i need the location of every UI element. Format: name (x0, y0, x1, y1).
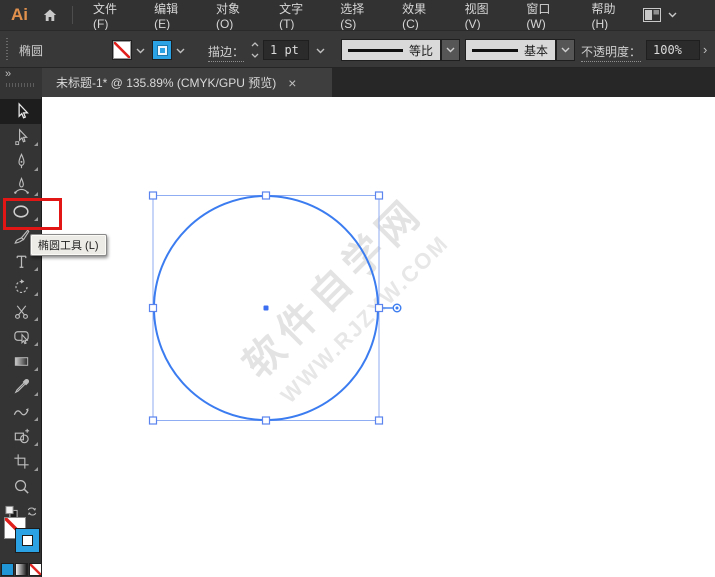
handle-mid-left[interactable] (148, 303, 158, 313)
shaper-tool[interactable] (0, 324, 42, 349)
control-bar: 椭圆 描边： 1 pt 等比 基本 不透明度： 100% › (0, 30, 715, 68)
opacity-label[interactable]: 不透明度： (581, 43, 642, 62)
shaper-icon (13, 331, 29, 345)
gradient-icon (14, 357, 28, 366)
stroke-color-swatch[interactable] (152, 40, 172, 60)
brush-preview (472, 48, 518, 52)
fill-color-swatch[interactable] (112, 40, 132, 60)
ellipse-tool-tooltip: 椭圆工具 (L) (30, 234, 107, 256)
width-squiggle-icon (13, 408, 29, 416)
gradient-tool[interactable] (0, 349, 42, 374)
stepper-up-icon[interactable] (251, 42, 259, 47)
curvature-tool[interactable] (0, 174, 42, 199)
fill-stroke-indicator (0, 517, 42, 559)
color-button[interactable] (1, 563, 14, 576)
chevron-down-icon (561, 47, 570, 53)
tab-close-icon[interactable]: × (288, 76, 296, 90)
stroke-weight-stepper[interactable] (250, 40, 260, 60)
opacity-input[interactable]: 100% (646, 40, 700, 60)
document-title: 未标题-1* @ 135.89% (CMYK/GPU 预览) (56, 76, 277, 90)
toolbar-header: » (0, 68, 42, 97)
tool-list (0, 99, 42, 499)
toolbar-grip[interactable] (6, 83, 34, 87)
width-profile-value: 等比 (409, 43, 434, 58)
handle-bottom-left[interactable] (148, 416, 158, 425)
zoom-tool[interactable] (0, 474, 42, 499)
handle-mid-right[interactable] (374, 303, 384, 313)
workspace-switcher[interactable] (643, 8, 677, 22)
menu-divider (72, 6, 73, 24)
rotate-tool[interactable] (0, 274, 42, 299)
shape-builder-icon (14, 428, 29, 444)
scissors-tool[interactable] (0, 299, 42, 324)
selection-arrow-icon (18, 102, 29, 119)
brush-select[interactable]: 基本 (465, 39, 556, 61)
illustrator-logo: Ai (11, 5, 28, 24)
curvature-pen-icon (13, 177, 29, 194)
pen-tool[interactable] (0, 149, 42, 174)
handle-bottom-right[interactable] (374, 416, 384, 425)
stroke-dropdown-icon[interactable] (176, 48, 185, 54)
stroke-proxy-blue[interactable] (15, 528, 40, 553)
fill-dropdown-icon[interactable] (136, 48, 145, 54)
none-button[interactable] (29, 563, 42, 576)
tools-panel (0, 97, 42, 577)
stepper-down-icon[interactable] (251, 53, 259, 58)
tooltip-text: 椭圆工具 (L) (38, 240, 99, 252)
illustrator-window: Ai 文件(F) 编辑(E) 对象(O) 文字(T) 选择(S) 效果(C) 视… (0, 0, 715, 577)
center-point[interactable] (263, 305, 269, 311)
context-label: 椭圆 (19, 44, 44, 58)
artboard-tool[interactable] (0, 449, 42, 474)
document-tab-bar: » 未标题-1* @ 135.89% (CMYK/GPU 预览) × (0, 68, 715, 97)
rotate-widget-dot (395, 306, 399, 310)
rotate-icon (14, 279, 28, 294)
stroke-weight-input[interactable]: 1 pt (263, 40, 309, 60)
more-options-icon[interactable]: › (703, 42, 707, 57)
handle-top-center[interactable] (261, 191, 271, 200)
type-icon (16, 255, 26, 268)
workspace-layout-icon (643, 8, 661, 22)
ellipse-tool[interactable] (0, 199, 42, 224)
stroke-weight-label[interactable]: 描边： (208, 43, 245, 62)
eyedropper-tool[interactable] (0, 374, 42, 399)
handle-bottom-center[interactable] (261, 416, 271, 425)
ellipse-icon (13, 205, 29, 218)
artwork-layer (148, 191, 402, 425)
artboard-canvas[interactable]: 软件自学网 WWW.RJZXW.COM (42, 97, 715, 577)
eyedropper-icon (14, 378, 29, 394)
artboard-icon (13, 454, 29, 469)
home-button[interactable] (41, 7, 59, 24)
chevron-down-icon (446, 47, 455, 53)
width-profile-dropdown[interactable] (441, 39, 460, 61)
menu-bar: Ai 文件(F) 编辑(E) 对象(O) 文字(T) 选择(S) 效果(C) 视… (0, 0, 715, 31)
handle-top-right[interactable] (374, 191, 384, 200)
shape-builder-tool[interactable] (0, 424, 42, 449)
handle-top-left[interactable] (148, 191, 158, 200)
paintbrush-icon (13, 229, 29, 244)
width-profile-select[interactable]: 等比 (341, 39, 441, 61)
magnifier-icon (14, 479, 29, 494)
chevron-down-icon (668, 12, 677, 18)
toolbar-expand-icon[interactable]: » (5, 68, 11, 80)
width-profile-preview (348, 48, 403, 52)
gradient-button[interactable] (15, 563, 28, 576)
document-tab[interactable]: 未标题-1* @ 135.89% (CMYK/GPU 预览) × (42, 68, 332, 97)
direct-selection-arrow-icon (14, 128, 28, 146)
brush-value: 基本 (524, 43, 549, 58)
stroke-swatch-inner (156, 44, 168, 56)
stroke-weight-dropdown-icon[interactable] (316, 48, 325, 54)
color-mode-buttons (1, 563, 43, 577)
pen-nib-icon (17, 153, 25, 169)
control-bar-grip[interactable] (6, 38, 9, 62)
home-icon (43, 9, 57, 21)
selection-tool[interactable] (0, 99, 42, 124)
width-tool[interactable] (0, 399, 42, 424)
direct-selection-tool[interactable] (0, 124, 42, 149)
scissors-icon (14, 305, 28, 319)
brush-dropdown[interactable] (556, 39, 575, 61)
